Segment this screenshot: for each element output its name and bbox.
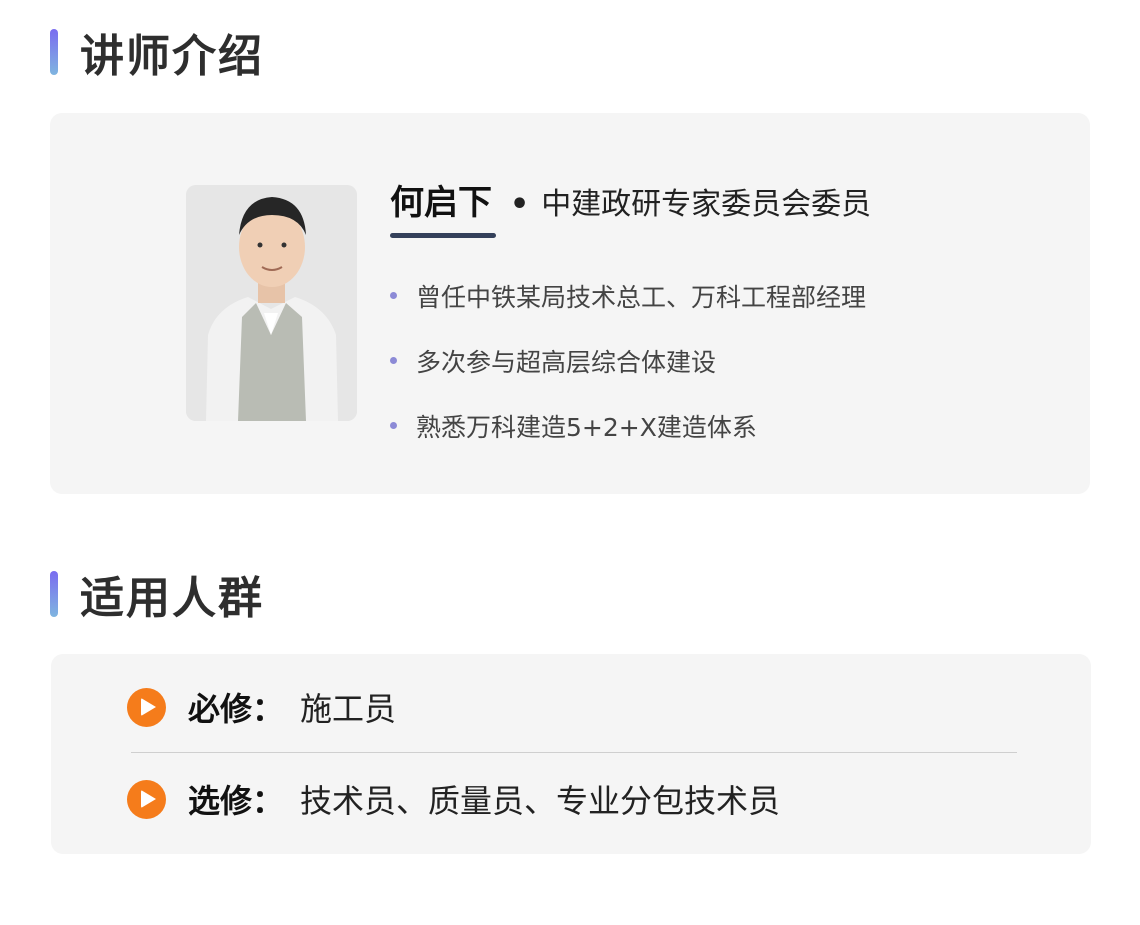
section-title-lecturer: 讲师介绍 bbox=[50, 20, 264, 84]
section-heading: 适用人群 bbox=[80, 573, 264, 624]
section-title-audience: 适用人群 bbox=[50, 562, 264, 626]
audience-required-row: 必修： 施工员 bbox=[127, 684, 396, 730]
lecturer-bullets: 曾任中铁某局技术总工、万科工程部经理 多次参与超高层综合体建设 熟悉万科建造5+… bbox=[390, 263, 866, 458]
bullet-text: 多次参与超高层综合体建设 bbox=[416, 347, 717, 377]
lecturer-photo bbox=[186, 185, 357, 421]
audience-card: 必修： 施工员 选修： 技术员、质量员、专业分包技术员 bbox=[51, 654, 1091, 854]
optional-label: 选修： bbox=[188, 782, 285, 820]
name-underline bbox=[390, 233, 496, 238]
bullet-text: 熟悉万科建造5+2+X建造体系 bbox=[416, 412, 757, 442]
play-circle-icon bbox=[127, 779, 166, 819]
section-heading: 讲师介绍 bbox=[80, 31, 264, 82]
lecturer-card: 何启下 • 中建政研专家委员会委员 曾任中铁某局技术总工、万科工程部经理 多次参… bbox=[50, 113, 1090, 494]
bullet-dot-icon bbox=[390, 422, 397, 429]
audience-optional-row: 选修： 技术员、质量员、专业分包技术员 bbox=[127, 776, 780, 822]
lecturer-name: 何启下 bbox=[390, 175, 496, 238]
vertical-bar-icon bbox=[50, 571, 58, 617]
bullet-dot-icon bbox=[390, 292, 397, 299]
bullet-text: 曾任中铁某局技术总工、万科工程部经理 bbox=[416, 282, 867, 312]
required-value: 施工员 bbox=[300, 690, 397, 728]
optional-value: 技术员、质量员、专业分包技术员 bbox=[300, 782, 781, 820]
separator-dot: • bbox=[510, 187, 530, 222]
lecturer-name-row: 何启下 • 中建政研专家委员会委员 bbox=[390, 175, 872, 238]
required-label: 必修： bbox=[188, 690, 285, 728]
list-item: 熟悉万科建造5+2+X建造体系 bbox=[390, 393, 866, 458]
list-item: 曾任中铁某局技术总工、万科工程部经理 bbox=[390, 263, 866, 328]
lecturer-role: 中建政研专家委员会委员 bbox=[541, 187, 872, 222]
vertical-bar-icon bbox=[50, 29, 58, 75]
list-item: 多次参与超高层综合体建设 bbox=[390, 328, 866, 393]
bullet-dot-icon bbox=[390, 357, 397, 364]
divider bbox=[131, 752, 1017, 753]
play-circle-icon bbox=[127, 687, 166, 727]
